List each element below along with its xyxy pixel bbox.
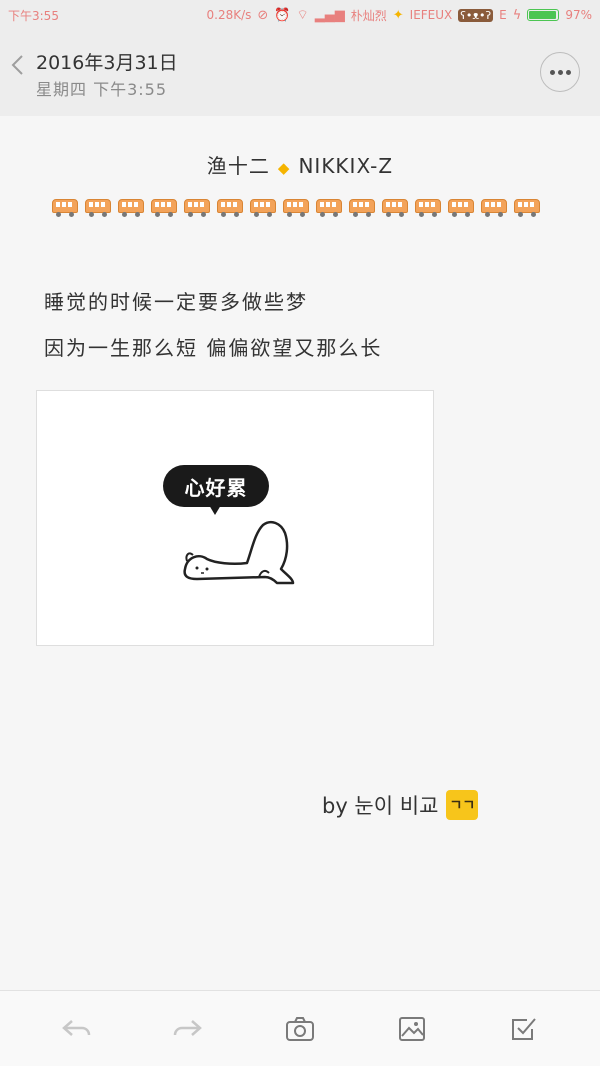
redo-button[interactable]: [168, 1009, 208, 1049]
redo-icon: [173, 1019, 202, 1036]
battery-percent: 97%: [565, 8, 592, 22]
more-dots-icon: [549, 69, 571, 75]
author-right: NIKKIX-Z: [298, 154, 394, 178]
train-emoji-row: [50, 196, 550, 220]
sticker-image[interactable]: 心好累: [36, 390, 434, 646]
train-icon: [248, 196, 278, 218]
bear-icon: ʕ•ᴥ•ʔ: [458, 8, 494, 22]
signature: by 눈이 비교 ㄱㄱ: [322, 790, 479, 820]
speech-bubble-text: 心好累: [184, 475, 248, 500]
checklist-button[interactable]: [504, 1009, 544, 1049]
speech-bubble-tail: [209, 505, 221, 515]
train-icon: [182, 196, 212, 218]
train-icon: [50, 196, 80, 218]
alarm-icon: ⏰: [274, 7, 291, 23]
train-icon: [149, 196, 179, 218]
undo-icon: [62, 1019, 91, 1036]
kakao-icon: ㄱㄱ: [446, 790, 479, 820]
battery-icon: [527, 9, 560, 21]
note-header: 2016年3月31日 星期四 下午3:55: [0, 30, 600, 116]
train-icon: [281, 196, 311, 218]
image-icon: [399, 1016, 425, 1041]
train-icon: [413, 196, 443, 218]
train-icon: [446, 196, 476, 218]
do-not-disturb-icon: ⊘: [257, 7, 269, 23]
train-icon: [83, 196, 113, 218]
train-icon: [116, 196, 146, 218]
author-left: 渔十二: [206, 154, 270, 178]
speech-bubble: 心好累: [163, 465, 269, 507]
note-weekday-time: 星期四 下午3:55: [36, 80, 168, 99]
signal-icon: ▂▄▆: [314, 7, 345, 23]
checkbox-icon: [512, 1017, 536, 1040]
train-icon: [314, 196, 344, 218]
net-speed: 0.28K/s: [206, 8, 252, 22]
train-icon: [347, 196, 377, 218]
tired-bear-illustration: [183, 521, 295, 585]
signature-text: by 눈이 비교: [322, 794, 439, 818]
battery-fill: [529, 11, 557, 19]
more-options-button[interactable]: [540, 52, 580, 92]
poem-line-1: 睡觉的时候一定要多做些梦: [44, 290, 308, 314]
gallery-button[interactable]: [392, 1009, 432, 1049]
carrier-name: 朴灿烈: [350, 8, 387, 23]
bottom-toolbar: [0, 990, 600, 1066]
diamond-icon: ◆: [277, 159, 291, 177]
camera-icon: [286, 1016, 314, 1041]
undo-button[interactable]: [56, 1009, 96, 1049]
charging-icon: ϟ: [512, 7, 522, 23]
train-icon: [215, 196, 245, 218]
status-time: 下午3:55: [8, 8, 59, 23]
author-line: 渔十二 ◆ NIKKIX-Z: [0, 150, 600, 179]
poem-line-2: 因为一生那么短 偏偏欲望又那么长: [44, 336, 383, 360]
sparkle-icon: ✦: [392, 7, 404, 23]
note-date: 2016年3月31日: [36, 52, 178, 74]
wifi-icon: ⌔: [296, 7, 309, 23]
train-icon: [479, 196, 509, 218]
carrier-suffix: IEFEUX: [409, 8, 453, 22]
train-icon: [380, 196, 410, 218]
status-bar: 下午3:55 0.28K/s ⊘ ⏰ ⌔ ▂▄▆ 朴灿烈 ✦ IEFEUX ʕ•…: [0, 0, 600, 30]
camera-button[interactable]: [280, 1009, 320, 1049]
network-type: E: [499, 8, 507, 22]
back-chevron-icon[interactable]: [8, 52, 30, 78]
train-icon: [512, 196, 542, 218]
